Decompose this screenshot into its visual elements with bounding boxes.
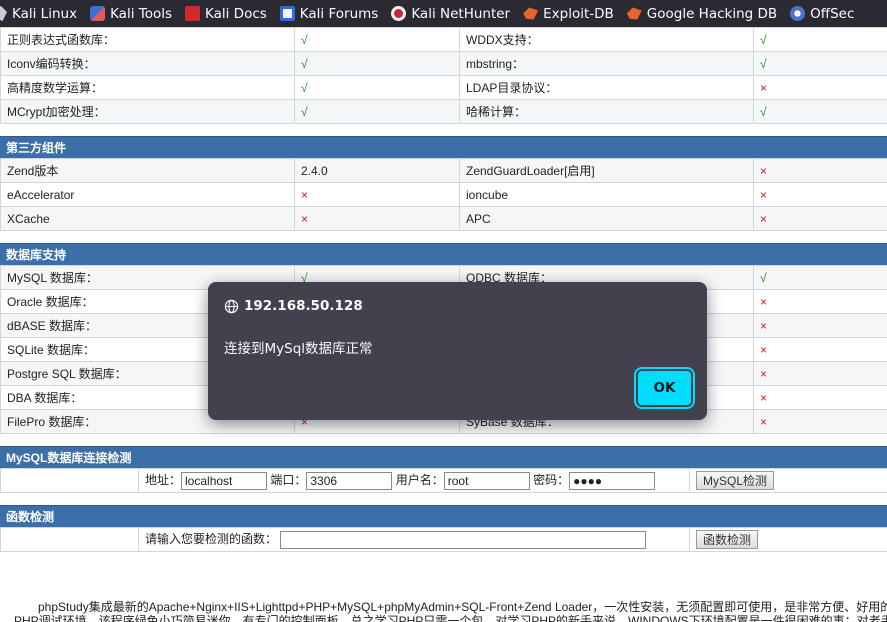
port-label: 端口： — [270, 473, 307, 488]
bookmark-kali-docs[interactable]: Kali Docs — [185, 6, 267, 22]
bookmark-ghdb[interactable]: Google Hacking DB — [626, 5, 778, 22]
ok-button[interactable]: OK — [638, 371, 691, 405]
intro-text: phpStudy集成最新的Apache+Nginx+IIS+Lighttpd+P… — [0, 600, 887, 622]
feature-status: × — [753, 361, 887, 386]
bookmark-label: Kali Forums — [299, 5, 379, 22]
kali-icon — [0, 6, 7, 21]
feature-status: √ — [753, 265, 887, 290]
port-input[interactable] — [306, 471, 393, 490]
table-row: Zend版本 2.4.0 ZendGuardLoader[启用] × — [0, 158, 887, 183]
feature-label: 正则表达式函数库： — [0, 27, 295, 52]
bookmark-label: Google Hacking DB — [646, 5, 778, 22]
table-row: 地址： 端口： 用户名： 密码： MySQL检测 — [0, 468, 887, 493]
kali-docs-icon — [185, 6, 200, 21]
bookmark-kali-tools[interactable]: Kali Tools — [90, 6, 172, 22]
function-check-form: 请输入您要检测的函数： 函数检测 — [0, 527, 887, 552]
feature-label: 哈稀计算： — [459, 99, 754, 124]
offsec-icon — [790, 6, 806, 21]
feature-status: × — [753, 313, 887, 338]
intro-line: PHP调试环境，该程序绿色小巧简易迷你，有专门的控制面板，总之学习PHP只需一个… — [14, 614, 887, 622]
feature-status: √ — [753, 27, 887, 52]
globe-icon — [224, 299, 239, 313]
feature-label: XCache — [0, 206, 295, 231]
feature-status: × — [753, 158, 887, 183]
host-input[interactable] — [181, 471, 268, 490]
ghdb-icon — [626, 7, 642, 20]
feature-status: × — [753, 206, 887, 231]
feature-status: 2.4.0 — [294, 158, 460, 183]
bookmark-label: Kali Tools — [110, 5, 172, 22]
kali-tools-icon — [90, 6, 106, 21]
feature-status: × — [753, 337, 887, 362]
feature-status: √ — [753, 51, 887, 76]
section-header-function-check: 函数检测 — [0, 505, 887, 527]
username-label: 用户名： — [395, 473, 444, 488]
section-header-database: 数据库支持 — [0, 243, 887, 265]
bookmark-exploit-db[interactable]: Exploit-DB — [523, 6, 614, 22]
feature-label: MCrypt加密处理： — [0, 99, 295, 124]
section-header-mysql-check: MySQL数据库连接检测 — [0, 446, 887, 468]
mysql-check-form: 地址： 端口： 用户名： 密码： MySQL检测 — [0, 468, 887, 493]
third-party-table: Zend版本 2.4.0 ZendGuardLoader[启用] × eAcce… — [0, 158, 887, 231]
dialog-header: 192.168.50.128 — [224, 298, 363, 314]
feature-status: √ — [753, 99, 887, 124]
table-row: eAccelerator × ioncube × — [0, 182, 887, 207]
function-check-button[interactable]: 函数检测 — [696, 530, 759, 549]
bookmark-label: OffSec — [810, 5, 855, 22]
password-input[interactable] — [569, 471, 656, 490]
feature-label: 高精度数学运算： — [0, 75, 295, 100]
function-name-input[interactable] — [280, 530, 647, 549]
feature-status: √ — [294, 75, 460, 100]
feature-label: eAccelerator — [0, 182, 295, 207]
dialog-message: 连接到MySql数据库正常 — [224, 341, 373, 357]
feature-status: × — [294, 182, 460, 207]
section-header-third-party: 第三方组件 — [0, 136, 887, 158]
intro-line: phpStudy集成最新的Apache+Nginx+IIS+Lighttpd+P… — [38, 600, 887, 614]
table-row: XCache × APC × — [0, 206, 887, 231]
mysql-check-button[interactable]: MySQL检测 — [696, 471, 775, 490]
dialog-origin: 192.168.50.128 — [244, 298, 363, 314]
table-row: Iconv编码转换： √ mbstring： √ — [0, 51, 887, 76]
feature-status: √ — [294, 51, 460, 76]
feature-label: mbstring： — [459, 51, 754, 76]
feature-label: Iconv编码转换： — [0, 51, 295, 76]
alert-dialog: 192.168.50.128 连接到MySql数据库正常 OK — [208, 282, 707, 420]
bookmark-label: Exploit-DB — [543, 5, 614, 22]
feature-label: WDDX支持： — [459, 27, 754, 52]
feature-label: Zend版本 — [0, 158, 295, 183]
bookmark-kali-forums[interactable]: Kali Forums — [279, 5, 379, 22]
nethunter-icon — [391, 6, 407, 21]
component-table: 正则表达式函数库： √ WDDX支持： √ Iconv编码转换： √ mbstr… — [0, 27, 887, 124]
feature-status: × — [753, 385, 887, 410]
bookmark-kali-nethunter[interactable]: Kali NetHunter — [391, 6, 510, 22]
bookmark-kali-linux[interactable]: Kali Linux — [0, 6, 77, 22]
feature-status: × — [753, 182, 887, 207]
bookmark-offsec[interactable]: OffSec — [790, 6, 854, 22]
feature-label: LDAP目录协议： — [459, 75, 754, 100]
feature-label: APC — [459, 206, 754, 231]
feature-status: × — [294, 206, 460, 231]
bookmark-label: Kali Linux — [12, 5, 78, 22]
bookmark-label: Kali NetHunter — [411, 5, 511, 22]
feature-status: √ — [294, 27, 460, 52]
feature-status: × — [753, 289, 887, 314]
table-row: 请输入您要检测的函数： 函数检测 — [0, 527, 887, 552]
table-row: MCrypt加密处理： √ 哈稀计算： √ — [0, 99, 887, 124]
feature-status: × — [753, 409, 887, 434]
feature-label: ZendGuardLoader[启用] — [459, 158, 754, 183]
bookmark-label: Kali Docs — [205, 5, 267, 22]
table-row: 高精度数学运算： √ LDAP目录协议： × — [0, 75, 887, 100]
bookmarks-toolbar: Kali Linux Kali Tools Kali Docs Kali For… — [0, 0, 887, 27]
feature-label: ioncube — [459, 182, 754, 207]
kali-forums-icon — [279, 6, 295, 21]
feature-status: √ — [294, 99, 460, 124]
feature-status: × — [753, 75, 887, 100]
function-prompt: 请输入您要检测的函数： — [145, 532, 278, 547]
address-label: 地址： — [145, 473, 182, 488]
username-input[interactable] — [443, 471, 530, 490]
exploit-db-icon — [523, 7, 539, 20]
table-row: 正则表达式函数库： √ WDDX支持： √ — [0, 27, 887, 52]
password-label: 密码： — [533, 473, 570, 488]
